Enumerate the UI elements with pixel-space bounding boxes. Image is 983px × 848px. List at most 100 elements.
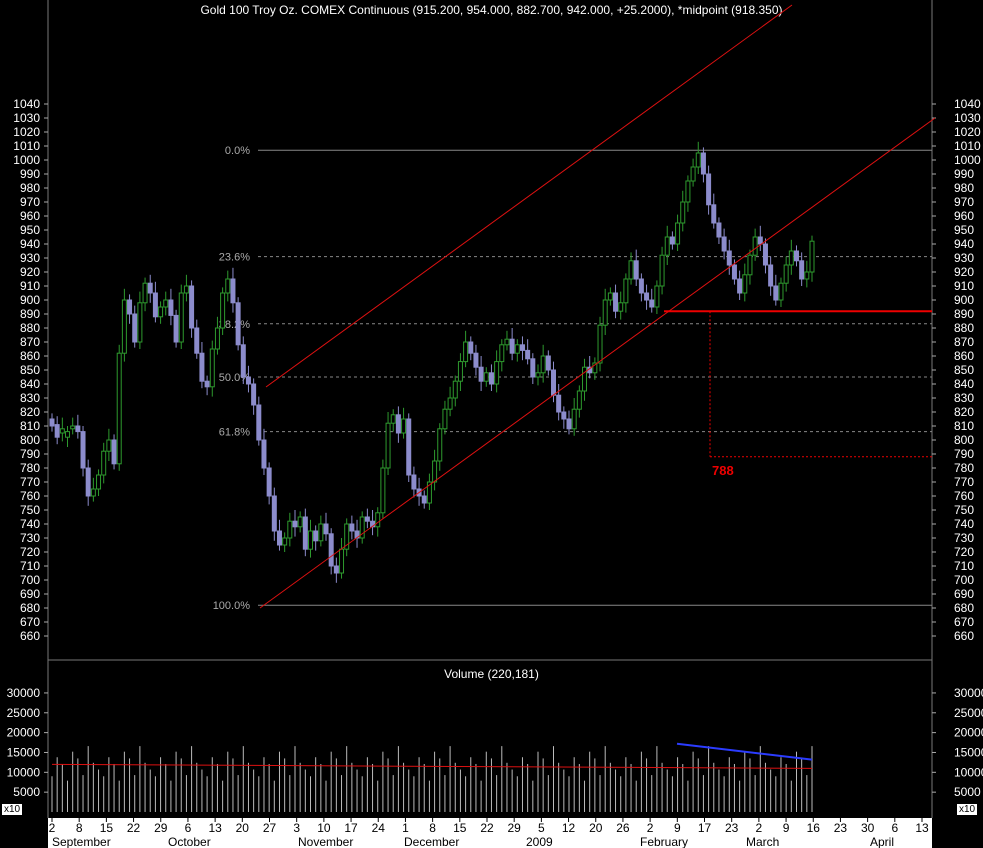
candle-body <box>147 282 153 294</box>
x-tick-label: 20 <box>589 821 603 835</box>
candle-body <box>447 397 453 410</box>
candle-body <box>49 418 55 427</box>
candle-body <box>220 292 226 329</box>
x-month-label: March <box>746 835 779 848</box>
candle-body <box>339 548 345 574</box>
candle-body <box>152 292 158 318</box>
volume-tick-label-left: 15000 <box>7 745 41 759</box>
candle-body <box>747 254 753 276</box>
y-tick-label-left: 710 <box>20 559 40 573</box>
candle-body <box>716 222 722 238</box>
candle-body <box>173 314 179 343</box>
y-tick-label-right: 1010 <box>954 139 981 153</box>
candle-body <box>385 422 391 469</box>
y-tick-label-left: 770 <box>20 475 40 489</box>
y-tick-label-left: 1000 <box>13 153 40 167</box>
candle-body <box>90 488 96 497</box>
y-tick-label-right: 810 <box>954 419 974 433</box>
candle-body <box>633 260 639 280</box>
y-tick-label-right: 750 <box>954 503 974 517</box>
y-tick-label-left: 960 <box>20 209 40 223</box>
target-label: 788 <box>712 463 734 478</box>
candle-body <box>235 302 241 346</box>
candle-body <box>762 243 768 266</box>
volume-tick-label-right: 5000 <box>954 785 981 799</box>
y-tick-label-left: 850 <box>20 363 40 377</box>
candle-body <box>137 302 143 343</box>
x-tick-label: 2 <box>756 821 763 835</box>
y-tick-label-right: 890 <box>954 307 974 321</box>
y-tick-label-right: 830 <box>954 391 974 405</box>
y-tick-label-right: 1040 <box>954 97 981 111</box>
candle-body <box>194 327 200 354</box>
y-tick-label-right: 930 <box>954 251 974 265</box>
y-tick-label-right: 840 <box>954 377 974 391</box>
y-tick-label-left: 830 <box>20 391 40 405</box>
candle-body <box>685 180 691 203</box>
candle-body <box>675 222 681 245</box>
candle-body <box>390 414 396 424</box>
x-tick-label: 17 <box>698 821 712 835</box>
candle-body <box>582 366 588 392</box>
candle-body <box>127 299 133 315</box>
candle-body <box>132 313 138 343</box>
y-tick-label-left: 1010 <box>13 139 40 153</box>
candle-body <box>550 369 556 396</box>
candle-body <box>375 512 381 528</box>
y-tick-label-right: 710 <box>954 559 974 573</box>
x-month-label: September <box>52 835 111 848</box>
candle-body <box>406 418 412 476</box>
y-tick-label-right: 990 <box>954 167 974 181</box>
y-tick-label-right: 950 <box>954 223 974 237</box>
candle-body <box>75 425 81 433</box>
y-tick-label-right: 960 <box>954 209 974 223</box>
candle-body <box>488 372 494 385</box>
candle-body <box>287 520 293 539</box>
lower-channel-line <box>259 117 936 609</box>
x-tick-label: 24 <box>372 821 386 835</box>
x-tick-label: 2 <box>49 821 56 835</box>
y-tick-label-left: 740 <box>20 517 40 531</box>
x-month-label: November <box>298 835 353 848</box>
x-tick-label: 6 <box>185 821 192 835</box>
candle-body <box>457 361 463 382</box>
y-tick-label-left: 900 <box>20 293 40 307</box>
candle-body <box>106 439 112 452</box>
x-tick-label: 8 <box>76 821 83 835</box>
x-month-label: 2009 <box>526 835 553 848</box>
y-tick-label-left: 780 <box>20 461 40 475</box>
y-tick-label-right: 940 <box>954 237 974 251</box>
y-tick-label-right: 800 <box>954 433 974 447</box>
candle-body <box>297 516 303 528</box>
y-tick-label-right: 850 <box>954 363 974 377</box>
candle-body <box>721 236 727 252</box>
candle-body <box>142 282 148 304</box>
candle-body <box>178 292 184 343</box>
y-tick-label-right: 1000 <box>954 153 981 167</box>
volume-tick-label-left: 5000 <box>13 785 40 799</box>
candle-body <box>519 344 525 351</box>
y-tick-label-left: 1030 <box>13 111 40 125</box>
y-tick-label-right: 730 <box>954 531 974 545</box>
y-tick-label-left: 760 <box>20 489 40 503</box>
candle-body <box>421 495 427 504</box>
volume-tick-label-right: 10000 <box>954 765 983 779</box>
candle-body <box>494 361 500 385</box>
y-tick-label-right: 740 <box>954 517 974 531</box>
candle-body <box>121 299 127 354</box>
candle-body <box>757 236 763 245</box>
y-tick-label-right: 700 <box>954 573 974 587</box>
candle-body <box>245 376 251 385</box>
y-tick-label-right: 910 <box>954 279 974 293</box>
x-tick-label: 16 <box>807 821 821 835</box>
y-tick-label-left: 680 <box>20 601 40 615</box>
candle-body <box>183 285 189 294</box>
candle-body <box>706 173 712 206</box>
candle-body <box>96 474 102 490</box>
candle-body <box>726 250 732 266</box>
candle-body <box>804 271 810 280</box>
candle-body <box>116 352 122 465</box>
candle-body <box>282 537 288 546</box>
candle-body <box>70 425 76 430</box>
fibonacci-label: 61.8% <box>219 427 250 439</box>
